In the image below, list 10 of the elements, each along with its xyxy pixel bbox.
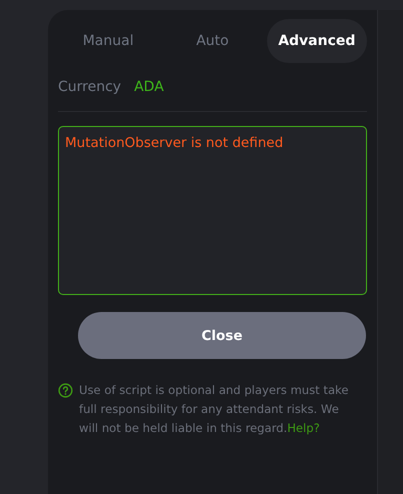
help-link[interactable]: Help? <box>287 421 320 435</box>
currency-value: ADA <box>134 79 164 95</box>
currency-label: Currency <box>58 79 122 95</box>
mode-tab[interactable]: Auto <box>162 19 263 63</box>
close-button[interactable]: Close <box>78 312 366 359</box>
mode-tab[interactable]: Advanced <box>266 19 367 63</box>
script-output-field[interactable]: MutationObserver is not defined <box>58 126 367 295</box>
mode-tab[interactable]: Manual <box>58 19 158 63</box>
disclaimer-text: Use of script is optional and players must take full responsibility for any attendant risks. We will not be held liable in this regard.Help? <box>79 382 350 437</box>
help-icon <box>58 383 73 398</box>
